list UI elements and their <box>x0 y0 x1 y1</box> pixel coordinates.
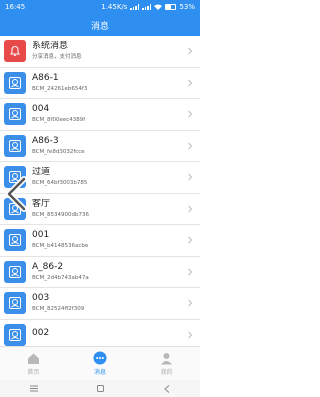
chevron-right-icon <box>188 110 193 118</box>
status-indicators: 1.45K/s 53% <box>101 3 195 11</box>
device-icon <box>4 229 26 252</box>
list-item[interactable]: 过道 BCM_64bf3003b785 <box>0 162 200 194</box>
app-header: 消息 <box>0 14 200 36</box>
page-title: 消息 <box>90 21 109 32</box>
item-subtitle: BCM_24261eb654f3 <box>32 85 88 92</box>
item-title: 003 <box>32 293 50 304</box>
item-subtitle: BCM_fe8d3032fcce <box>32 148 85 155</box>
list-item[interactable]: A86-1 BCM_24261eb654f3 <box>0 67 200 99</box>
tab-profile[interactable]: 我的 <box>137 351 197 376</box>
item-title: 002 <box>32 328 50 339</box>
list-item[interactable]: A86-3 BCM_fe8d3032fcce <box>0 130 200 162</box>
list-item[interactable]: 003 BCM_82524ff2f309 <box>0 288 200 320</box>
item-title: A_86-2 <box>32 261 64 272</box>
chevron-right-icon <box>188 142 193 150</box>
bottom-tab-bar: 首页 消息 我的 <box>0 346 200 380</box>
tab-messages[interactable]: 消息 <box>70 351 130 376</box>
chevron-right-icon <box>188 331 193 339</box>
signal-icon <box>130 4 140 10</box>
device-icon <box>4 260 26 283</box>
message-icon <box>93 351 107 365</box>
system-nav-bar <box>0 380 200 397</box>
chevron-right-icon <box>188 79 193 87</box>
item-title: 004 <box>32 104 50 115</box>
item-title: 001 <box>32 230 50 241</box>
signal-icon-2 <box>142 4 152 10</box>
network-speed: 1.45K/s <box>101 3 128 11</box>
menu-icon[interactable] <box>29 385 38 392</box>
tab-home[interactable]: 首页 <box>3 351 63 376</box>
item-subtitle: BCM_8f00eec4389f <box>32 117 86 124</box>
battery-percent: 53% <box>179 3 195 11</box>
profile-icon <box>160 351 174 365</box>
list-item[interactable]: 001 BCM_b4148536acbe <box>0 225 200 257</box>
device-icon <box>4 292 26 315</box>
chevron-right-icon <box>188 173 193 181</box>
status-bar: 16:45 1.45K/s 53% <box>0 0 200 14</box>
list-item[interactable]: A_86-2 BCM_2d4b743ab47a <box>0 256 200 288</box>
back-gesture-icon[interactable] <box>4 176 28 212</box>
home-icon <box>26 351 40 365</box>
item-title: 系统消息 <box>32 41 69 52</box>
tab-label: 消息 <box>93 369 106 376</box>
battery-icon <box>165 4 177 10</box>
device-icon <box>4 323 26 346</box>
chevron-right-icon <box>188 236 193 244</box>
item-title: A86-1 <box>32 72 59 83</box>
message-list[interactable]: 系统消息 分享消息，支付消息 A86-1 BCM_24261eb654f3 00… <box>0 36 200 346</box>
tab-label: 首页 <box>27 369 40 376</box>
item-subtitle: BCM_82524ff2f309 <box>32 306 85 313</box>
chevron-right-icon <box>188 47 193 55</box>
device-icon <box>4 71 26 94</box>
item-title: A86-3 <box>32 135 59 146</box>
list-item[interactable]: 系统消息 分享消息，支付消息 <box>0 36 200 68</box>
list-item[interactable]: 客厅 BCM_8534900db736 <box>0 193 200 225</box>
home-square-icon[interactable] <box>97 385 105 392</box>
device-icon <box>4 134 26 157</box>
tab-label: 我的 <box>160 369 173 376</box>
back-icon[interactable] <box>164 384 170 393</box>
bell-icon <box>4 40 26 63</box>
item-subtitle: BCM_8534900db736 <box>32 211 89 218</box>
status-time: 16:45 <box>5 3 26 11</box>
item-title: 过道 <box>32 167 51 178</box>
chevron-right-icon <box>188 268 193 276</box>
wifi-icon <box>154 4 163 10</box>
list-item[interactable]: 002 <box>0 319 200 346</box>
item-subtitle: BCM_2d4b743ab47a <box>32 274 89 281</box>
item-subtitle: BCM_64bf3003b785 <box>32 180 88 187</box>
item-subtitle: 分享消息，支付消息 <box>32 54 82 61</box>
device-icon <box>4 103 26 126</box>
list-item[interactable]: 004 BCM_8f00eec4389f <box>0 99 200 131</box>
item-title: 客厅 <box>32 198 51 209</box>
item-subtitle: BCM_b4148536acbe <box>32 243 89 250</box>
chevron-right-icon <box>188 205 193 213</box>
chevron-right-icon <box>188 299 193 307</box>
